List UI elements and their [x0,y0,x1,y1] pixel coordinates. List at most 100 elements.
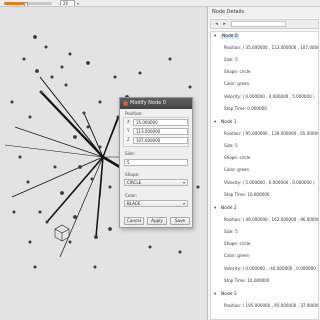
property-color: Color: green [224,253,250,258]
network-node[interactable] [33,265,37,269]
network-edge [4,144,104,158]
save-button[interactable]: Save [170,217,190,225]
expand-arrow-icon[interactable]: ▾ [214,120,221,125]
frame-spinbox[interactable]: 20 [60,0,75,6]
tree-node-label: Node 1 [221,120,237,125]
network-node[interactable] [35,69,39,73]
panel-toolbar: ◂ ▸ [210,19,319,29]
cancel-button[interactable]: Cancel [124,217,144,225]
color-dropdown[interactable]: BLACK ▾ [124,200,188,207]
network-node[interactable] [68,240,72,244]
property-position: Position: ( 49.000000 , 162.000000 , 96.… [224,217,319,222]
tree-node-3[interactable]: ▾ Node 3 [214,292,237,297]
y-field[interactable]: 113.000000 [133,128,188,135]
network-node[interactable] [38,210,42,214]
tree-node-label: Node 3 [221,292,237,297]
shape-label: Shape: [125,172,140,177]
network-node[interactable] [73,215,77,219]
time-slider-fill [4,2,26,5]
property-size: Size: 5 [224,229,238,234]
network-node[interactable] [73,135,77,139]
shape-dropdown[interactable]: CIRCLE ▾ [124,179,188,186]
network-node[interactable] [33,35,37,39]
node-tree[interactable]: ▾ Node 0 Position: ( 35.000000 , 113.00000… [210,31,319,320]
network-node[interactable] [12,210,16,214]
network-node[interactable] [108,227,112,231]
network-edge [40,91,104,158]
modify-node-dialog: Modify Node 0 Position: X 35.000000 Y 11… [119,97,193,228]
network-node[interactable] [138,71,142,75]
network-node[interactable] [86,125,90,129]
network-node[interactable] [168,57,172,61]
network-node[interactable] [108,185,112,189]
size-label: Size: [125,151,136,156]
network-node[interactable] [94,235,98,239]
tree-node-label: Node 2 [221,206,237,211]
chevron-down-icon: ▾ [182,180,185,185]
network-node[interactable] [53,165,57,169]
network-node[interactable] [90,177,94,181]
network-edge [83,112,104,158]
network-node[interactable] [50,75,54,79]
property-size: Size: 5 [224,57,238,62]
network-node[interactable] [18,155,22,159]
network-node[interactable] [39,90,43,94]
expand-arrow-icon[interactable]: ▾ [214,34,221,39]
network-node[interactable] [28,115,32,119]
network-node[interactable] [64,83,68,87]
network-node[interactable] [22,57,26,61]
network-node[interactable] [45,220,49,224]
property-color: Color: green [224,167,250,172]
expand-arrow-icon[interactable]: ▾ [214,292,221,297]
forward-icon[interactable]: ▸ [221,21,228,27]
x-field[interactable]: 35.000000 [133,119,188,126]
property-shape: Shape: circle [224,155,251,160]
chevron-down-icon[interactable]: ▾ [77,1,79,6]
panel-title: Node Details [208,7,320,18]
network-node[interactable] [28,240,32,244]
property-color: Color: green [224,81,250,86]
filter-combo[interactable] [231,21,286,27]
size-field[interactable]: 5 [124,159,188,166]
axis-gizmo-icon [54,224,70,242]
close-icon[interactable] [123,101,128,106]
timeline-toolbar: 20 ▾ [0,0,320,7]
node-details-panel: Node Details ◂ ▸ ▾ Node 0 Position: ( 35.0… [207,7,320,320]
network-node[interactable] [44,45,48,49]
color-label: Color: [125,193,138,198]
network-node[interactable] [60,191,64,195]
network-node[interactable] [188,85,192,89]
tree-node-1[interactable]: ▾ Node 1 [214,120,237,125]
z-field[interactable]: 107.000000 [133,137,188,144]
z-label: Z [127,137,130,142]
chevron-down-icon: ▾ [182,201,185,206]
network-node[interactable] [26,180,30,184]
dialog-title: Modify Node 0 [120,98,192,109]
network-node[interactable] [60,65,64,69]
network-node[interactable] [178,250,182,254]
expand-arrow-icon[interactable]: ▾ [214,206,221,211]
network-node[interactable] [98,145,102,149]
tree-node-0[interactable]: ▾ Node 0 [214,34,239,39]
time-slider[interactable] [4,2,52,6]
network-node[interactable] [86,61,90,65]
position-group: X 35.000000 Y 113.000000 Z 107.000000 [123,117,189,147]
network-node[interactable] [10,100,14,104]
network-node[interactable] [113,75,117,79]
color-value: BLACK [127,201,141,206]
tree-node-label: Node 0 [221,34,239,39]
shape-value: CIRCLE [127,180,142,185]
tree-node-2[interactable]: ▾ Node 2 [214,206,237,211]
back-icon[interactable]: ◂ [213,21,220,27]
network-edge [11,156,104,198]
network-node[interactable] [148,245,152,249]
property-shape: Shape: circle [224,69,251,74]
network-node[interactable] [98,100,102,104]
network-node[interactable] [68,52,72,56]
network-node[interactable] [93,265,97,269]
property-stop-time: Stop Time: 10.000000 [224,192,270,197]
apply-button[interactable]: Apply [147,217,167,225]
network-node[interactable] [196,185,200,189]
network-node[interactable] [78,165,82,169]
network-node[interactable] [82,111,86,115]
